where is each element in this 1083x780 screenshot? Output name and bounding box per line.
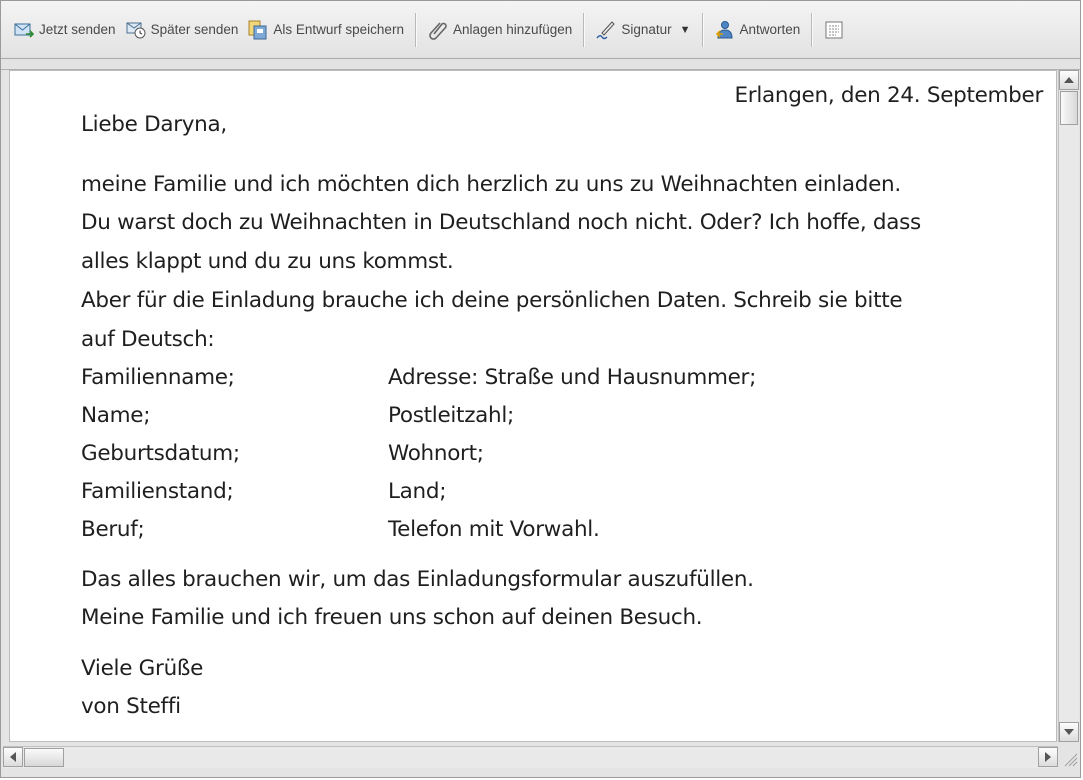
resize-grip-icon <box>1064 753 1078 767</box>
field-label: Postleitzahl; <box>388 403 514 428</box>
send-later-button[interactable]: Später senden <box>121 15 244 45</box>
toolbar-separator <box>811 12 814 47</box>
scroll-right-button[interactable] <box>1038 747 1058 767</box>
field-label: Familienname; <box>81 365 235 390</box>
vertical-scroll-thumb[interactable] <box>1060 91 1078 125</box>
clock-envelope-icon <box>126 22 146 38</box>
pen-signature-icon <box>596 20 616 39</box>
resize-grip[interactable] <box>1059 746 1079 768</box>
horizontal-scroll-thumb[interactable] <box>24 748 64 767</box>
paperclip-icon <box>429 21 447 40</box>
closing-line: von Steffi <box>81 694 181 719</box>
body-line: Meine Familie und ich freuen uns schon a… <box>81 605 703 630</box>
horizontal-scrollbar[interactable] <box>3 746 1058 768</box>
arrow-right-icon <box>1045 752 1051 762</box>
scroll-left-button[interactable] <box>3 747 23 767</box>
save-draft-button[interactable]: Als Entwurf speichern <box>243 15 409 45</box>
more-options-button[interactable] <box>819 15 854 45</box>
save-draft-label: Als Entwurf speichern <box>273 22 404 37</box>
field-label: Land; <box>388 479 447 504</box>
toolbar-separator <box>701 12 704 47</box>
chevron-down-icon[interactable]: ▼ <box>680 24 691 36</box>
field-label: Telefon mit Vorwahl. <box>388 517 600 542</box>
arrow-left-icon <box>10 752 16 762</box>
message-body[interactable]: Erlangen, den 24. September Liebe Daryna… <box>9 70 1057 742</box>
send-later-label: Später senden <box>150 22 239 37</box>
body-line: auf Deutsch: <box>81 327 215 352</box>
reply-person-icon <box>715 20 733 38</box>
scroll-up-button[interactable] <box>1059 70 1079 90</box>
reply-button[interactable]: Antworten <box>710 15 806 45</box>
letter-date: Erlangen, den 24. September <box>734 83 1044 108</box>
reply-label: Antworten <box>739 22 801 37</box>
options-grid-icon <box>825 21 843 38</box>
toolbar-divider-strip <box>1 59 1080 70</box>
field-label: Geburtsdatum; <box>81 441 240 466</box>
field-label: Beruf; <box>81 517 145 542</box>
toolbar: Jetzt senden Später senden Als Entwurf s… <box>1 1 1080 59</box>
toolbar-separator <box>414 12 417 47</box>
scroll-down-button[interactable] <box>1059 722 1079 742</box>
arrow-up-icon <box>1064 77 1074 83</box>
add-attachments-label: Anlagen hinzufügen <box>452 22 573 37</box>
body-line: alles klappt und du zu uns kommst. <box>81 249 454 274</box>
field-label: Name; <box>81 403 151 428</box>
field-label: Familienstand; <box>81 479 234 504</box>
field-label: Adresse: Straße und Hausnummer; <box>388 365 757 390</box>
body-line: meine Familie und ich möchten dich herzl… <box>81 172 901 197</box>
letter-greeting: Liebe Daryna, <box>81 112 227 137</box>
signature-label: Signatur <box>621 22 672 37</box>
draft-document-icon <box>248 20 267 39</box>
send-now-label: Jetzt senden <box>39 22 116 37</box>
envelope-send-icon <box>14 23 34 38</box>
toolbar-separator <box>583 12 586 47</box>
arrow-down-icon <box>1064 729 1074 735</box>
signature-button[interactable]: Signatur ▼ <box>591 15 695 45</box>
add-attachments-button[interactable]: Anlagen hinzufügen <box>423 15 577 45</box>
field-label: Wohnort; <box>388 441 484 466</box>
body-line: Du warst doch zu Weihnachten in Deutschl… <box>81 210 921 235</box>
closing-line: Viele Grüße <box>81 656 204 681</box>
body-line: Aber für die Einladung brauche ich deine… <box>81 288 903 313</box>
mail-compose-window: Jetzt senden Später senden Als Entwurf s… <box>0 0 1081 778</box>
send-now-button[interactable]: Jetzt senden <box>9 15 121 45</box>
vertical-scrollbar[interactable] <box>1058 70 1079 742</box>
body-line: Das alles brauchen wir, um das Einladung… <box>81 567 754 592</box>
